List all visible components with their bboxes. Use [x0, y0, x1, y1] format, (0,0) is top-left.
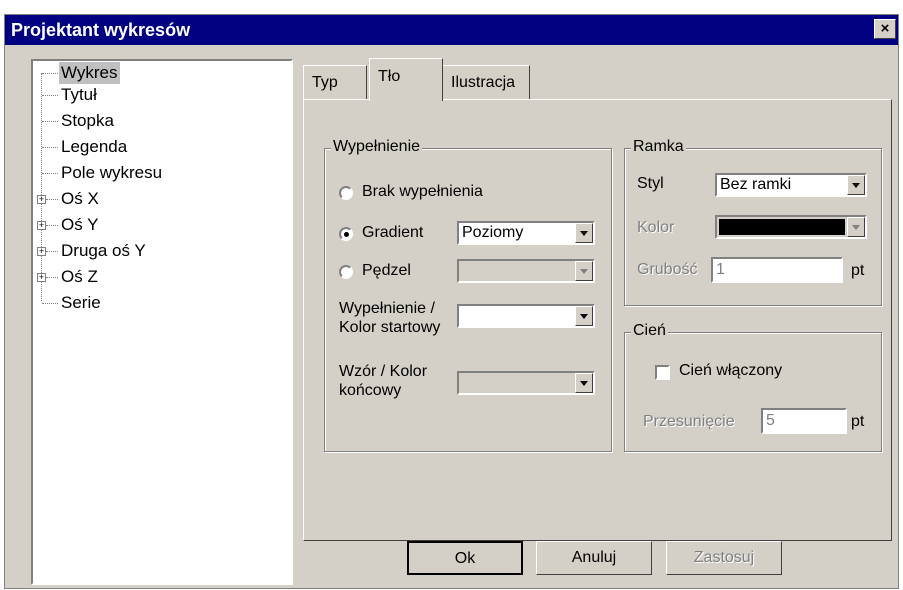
brush-label: Pędzel: [362, 262, 411, 279]
tab-typ[interactable]: Typ: [303, 65, 367, 100]
shadow-enabled-label: Cień włączony: [679, 362, 783, 379]
style-label: Styl: [637, 175, 664, 192]
shadow-group: Cień Cień włączony Przesunięcie 5 pt: [624, 322, 882, 452]
tree-item-label: Wykres: [59, 62, 120, 84]
thickness-input[interactable]: 1: [711, 257, 843, 283]
tab-panel-tlo: Wypełnienie Brak wypełnienia Gradient Po…: [303, 99, 892, 541]
expand-plus-icon[interactable]: +: [37, 247, 46, 256]
brush-radio[interactable]: [339, 265, 353, 279]
tab-tlo[interactable]: Tło: [369, 58, 443, 101]
dropdown-arrow-icon: [847, 175, 865, 195]
dropdown-arrow-icon: [575, 373, 593, 393]
color-label: Kolor: [637, 219, 675, 236]
thickness-input-value: 1: [716, 261, 725, 278]
offset-unit: pt: [851, 413, 865, 430]
gradient-radio[interactable]: [339, 227, 353, 241]
ok-button[interactable]: Ok: [407, 541, 523, 575]
tree-item-label: Stopka: [61, 111, 114, 130]
fill-group: Wypełnienie Brak wypełnienia Gradient Po…: [324, 138, 612, 452]
brush-select[interactable]: [457, 259, 595, 283]
tree-item-label: Serie: [61, 293, 101, 312]
shadow-enabled-checkbox[interactable]: [655, 365, 670, 380]
dropdown-arrow-icon: [575, 223, 593, 243]
end-color-label-line2: końcowy: [339, 382, 402, 399]
gradient-select-value: Poziomy: [462, 224, 524, 241]
start-color-label-line1: Wypełnienie /: [339, 300, 435, 317]
expand-plus-icon[interactable]: +: [37, 195, 46, 204]
thickness-unit: pt: [851, 262, 865, 279]
expand-plus-icon[interactable]: +: [37, 221, 46, 230]
fill-group-title: Wypełnienie: [331, 138, 423, 156]
tree-item-label: Legenda: [61, 137, 128, 156]
expand-plus-icon[interactable]: +: [37, 273, 46, 282]
gradient-label: Gradient: [362, 224, 424, 241]
tree-item-label: Oś Z: [61, 267, 98, 286]
tree-connector-line: [41, 73, 42, 301]
start-color-select[interactable]: [457, 304, 595, 328]
chart-elements-tree[interactable]: Wykres Tytuł Stopka Legenda Pole wykresu…: [31, 59, 293, 585]
color-swatch: [719, 219, 845, 235]
shadow-group-title: Cień: [631, 322, 668, 340]
gradient-select[interactable]: Poziomy: [457, 221, 595, 245]
apply-button[interactable]: Zastosuj: [666, 541, 782, 575]
offset-input[interactable]: 5: [761, 408, 847, 434]
window-title: Projektant wykresów: [11, 20, 191, 40]
frame-group-title: Ramka: [631, 138, 686, 156]
cancel-button[interactable]: Anuluj: [536, 541, 652, 575]
offset-input-value: 5: [766, 412, 775, 429]
offset-label: Przesunięcie: [643, 413, 735, 430]
thickness-label: Grubość: [637, 261, 698, 278]
close-button[interactable]: ×: [874, 19, 896, 39]
title-bar: Projektant wykresów ×: [5, 15, 898, 45]
frame-style-value: Bez ramki: [720, 176, 792, 193]
frame-group: Ramka Styl Bez ramki Kolor Grubość 1 pt: [624, 138, 882, 306]
chart-designer-dialog: Projektant wykresów × Wykres Tytuł Stopk…: [4, 14, 899, 589]
no-fill-label: Brak wypełnienia: [362, 183, 483, 200]
frame-style-select[interactable]: Bez ramki: [715, 173, 867, 197]
dropdown-arrow-icon: [575, 306, 593, 326]
tab-ilustracja[interactable]: Ilustracja: [442, 65, 530, 100]
end-color-label-line1: Wzór / Kolor: [339, 363, 428, 380]
frame-color-select[interactable]: [715, 215, 867, 239]
tree-item-label: Oś X: [61, 189, 99, 208]
end-color-select[interactable]: [457, 371, 595, 395]
tree-item-label: Tytuł: [61, 85, 97, 104]
tree-item-label: Oś Y: [61, 215, 99, 234]
start-color-label-line2: Kolor startowy: [339, 319, 441, 336]
tree-item-label: Pole wykresu: [61, 163, 163, 182]
tree-item-label: Druga oś Y: [61, 241, 146, 260]
no-fill-radio[interactable]: [339, 186, 353, 200]
dropdown-arrow-icon: [847, 217, 865, 237]
dropdown-arrow-icon: [575, 261, 593, 281]
